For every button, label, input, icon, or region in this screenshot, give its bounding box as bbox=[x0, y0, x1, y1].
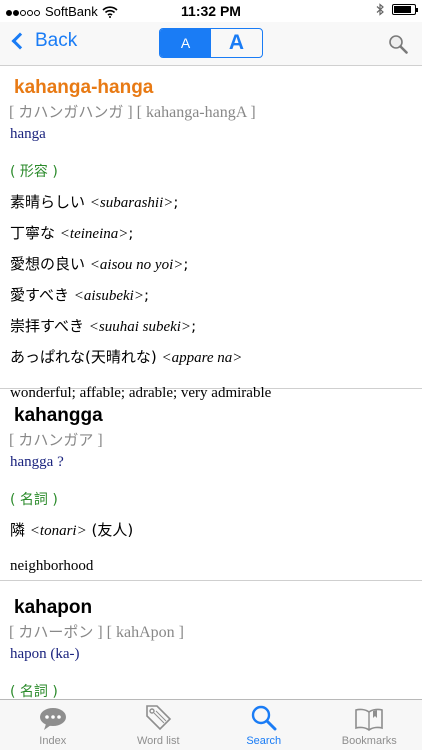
entry-etymology: hangga ? bbox=[10, 454, 64, 470]
sense-line: 隣 <tonari> (友人) bbox=[0, 519, 422, 540]
tab-label: Search bbox=[246, 735, 282, 747]
font-large-segment[interactable]: A bbox=[211, 29, 262, 57]
sense-jp: 愛想の良い bbox=[10, 255, 86, 273]
sense-jp: 愛すべき bbox=[10, 286, 69, 304]
sense-suffix: (友人) bbox=[86, 521, 134, 539]
part-of-speech: ( 名詞 ) bbox=[10, 492, 58, 508]
sense-suffix: ; bbox=[173, 193, 179, 211]
sense-jp: あっぱれな(天晴れな) bbox=[10, 348, 157, 366]
navigation-bar: Back A A bbox=[0, 22, 422, 66]
entry-kana: カハンガア bbox=[18, 431, 94, 449]
entry-etymology: hapon (ka-) bbox=[10, 646, 80, 662]
tab-label: Index bbox=[39, 735, 67, 747]
font-small-segment[interactable]: A bbox=[160, 29, 211, 57]
entry-english: neighborhood bbox=[10, 558, 94, 574]
entry-kana: カハンガハンガ bbox=[18, 103, 124, 121]
sense-line: 崇拝すべき <suuhai subeki>; bbox=[0, 315, 422, 336]
tab-bookmarks[interactable]: Bookmarks bbox=[317, 700, 422, 750]
tab-label: Bookmarks bbox=[341, 735, 397, 747]
part-of-speech: ( 形容 ) bbox=[10, 164, 58, 180]
status-right bbox=[376, 3, 418, 16]
tab-word-list[interactable]: Word list bbox=[106, 700, 212, 750]
entry-headword: kahapon bbox=[14, 597, 93, 618]
tab-search[interactable]: Search bbox=[211, 700, 317, 750]
chevron-left-icon bbox=[11, 32, 29, 50]
tag-icon bbox=[146, 705, 172, 731]
entry-headword: kahanga-hanga bbox=[14, 77, 154, 98]
entry-reading: [ カハーポン ] [ kahApon ] bbox=[9, 623, 184, 641]
sense-reading: <appare na> bbox=[161, 350, 243, 366]
status-bar: SoftBank 11:32 PM bbox=[0, 0, 422, 22]
sense-jp: 隣 bbox=[10, 521, 26, 539]
tab-label: Word list bbox=[136, 735, 180, 747]
sense-line: 丁寧な <teineina>; bbox=[0, 222, 422, 243]
entry-kana: カハーポン bbox=[18, 623, 94, 641]
status-time: 11:32 PM bbox=[181, 3, 241, 19]
entry-reading: [ カハンガア ] bbox=[9, 431, 103, 449]
part-of-speech: ( 名詞 ) bbox=[10, 684, 58, 699]
tab-index[interactable]: Index bbox=[0, 700, 106, 750]
font-size-segmented-control: A A bbox=[159, 28, 263, 58]
entry-romaji: kahanga-hangA bbox=[146, 104, 247, 121]
part-of-speech-label: 名詞 bbox=[19, 684, 48, 699]
sense-reading: <teineina> bbox=[59, 226, 129, 242]
sense-suffix: ; bbox=[191, 317, 197, 335]
book-icon bbox=[355, 708, 384, 731]
entry-romaji: kahApon bbox=[116, 624, 175, 641]
sense-reading: <aisubeki> bbox=[73, 288, 144, 304]
sense-line: 愛想の良い <aisou no yoi>; bbox=[0, 253, 422, 274]
sense-suffix: ; bbox=[128, 224, 134, 242]
search-icon[interactable] bbox=[388, 34, 408, 54]
sense-suffix: ; bbox=[143, 286, 150, 304]
entry-headword: kahangga bbox=[14, 405, 103, 426]
sense-reading: <tonari> bbox=[29, 523, 87, 539]
sense-jp: 崇拝すべき bbox=[10, 317, 84, 335]
sense-reading: <subarashii> bbox=[89, 195, 174, 211]
entry-reading: [ カハンガハンガ ] [ kahanga-hangA ] bbox=[9, 103, 256, 121]
sense-line: 愛すべき <aisubeki>; bbox=[0, 284, 422, 305]
sense-jp: 素晴らしい bbox=[10, 193, 86, 211]
back-button[interactable]: Back bbox=[10, 30, 77, 52]
bluetooth-icon bbox=[376, 3, 384, 16]
sense-reading: <suuhai subeki> bbox=[88, 319, 192, 335]
entry-etymology: hanga bbox=[10, 126, 46, 142]
sense-jp: 丁寧な bbox=[10, 224, 56, 242]
battery-icon bbox=[392, 4, 418, 15]
sense-line: 素晴らしい <subarashii>; bbox=[0, 191, 422, 212]
part-of-speech-label: 名詞 bbox=[19, 492, 48, 508]
sense-suffix: ; bbox=[183, 255, 189, 273]
sense-line: あっぱれな(天晴れな) <appare na> bbox=[0, 346, 422, 367]
speech-bubble-icon bbox=[39, 708, 66, 730]
dictionary-entry[interactable]: kahangga [ カハンガア ] hangga ? ( 名詞 ) 隣 <to… bbox=[0, 389, 422, 581]
entry-list: kahanga-hanga [ カハンガハンガ ] [ kahanga-hang… bbox=[0, 67, 422, 699]
magnifier-icon bbox=[251, 705, 277, 731]
part-of-speech-label: 形容 bbox=[19, 164, 48, 180]
dictionary-entry[interactable]: kahanga-hanga [ カハンガハンガ ] [ kahanga-hang… bbox=[0, 67, 422, 401]
sense-reading: <aisou no yoi> bbox=[89, 257, 184, 273]
back-label: Back bbox=[35, 30, 78, 51]
dictionary-entry[interactable]: kahapon [ カハーポン ] [ kahApon ] hapon (ka-… bbox=[0, 581, 422, 699]
tab-bar: Index Word list Search Bookmarks bbox=[0, 699, 422, 750]
